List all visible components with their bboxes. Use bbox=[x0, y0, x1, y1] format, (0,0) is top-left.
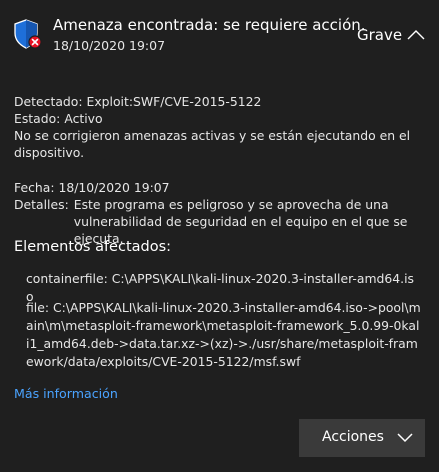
status-value: Activo bbox=[64, 111, 103, 126]
notification-title: Amenaza encontrada: se requiere acción. bbox=[53, 16, 366, 34]
actions-button[interactable]: Acciones bbox=[299, 419, 425, 457]
chevron-up-icon[interactable] bbox=[405, 26, 427, 44]
detected-value: Exploit:SWF/CVE-2015-5122 bbox=[86, 94, 262, 109]
date-label: Fecha: bbox=[14, 180, 55, 195]
status-label: Estado: bbox=[14, 111, 61, 126]
date-value: 18/10/2020 19:07 bbox=[58, 180, 170, 195]
detected-label: Detectado: bbox=[14, 94, 83, 109]
chevron-down-icon bbox=[397, 433, 413, 443]
more-info-link[interactable]: Más información bbox=[14, 386, 118, 401]
status-row: Estado: Activo bbox=[14, 110, 424, 127]
date-row: Fecha: 18/10/2020 19:07 bbox=[14, 179, 424, 196]
notification-header: Amenaza encontrada: se requiere acción. … bbox=[0, 0, 439, 64]
severity-badge: Grave bbox=[357, 26, 403, 44]
affected-items-heading: Elementos afectados: bbox=[14, 239, 172, 255]
shield-warning-icon bbox=[14, 19, 42, 49]
affected-item: file: C:\APPS\KALI\kali-linux-2020.3-ins… bbox=[26, 300, 421, 369]
actions-button-label: Acciones bbox=[322, 429, 384, 445]
threat-details: Detectado: Exploit:SWF/CVE-2015-5122 Est… bbox=[14, 93, 424, 247]
notification-datetime: 18/10/2020 19:07 bbox=[53, 38, 166, 53]
detected-row: Detectado: Exploit:SWF/CVE-2015-5122 bbox=[14, 93, 424, 110]
status-note: No se corrigieron amenazas activas y se … bbox=[14, 128, 411, 160]
